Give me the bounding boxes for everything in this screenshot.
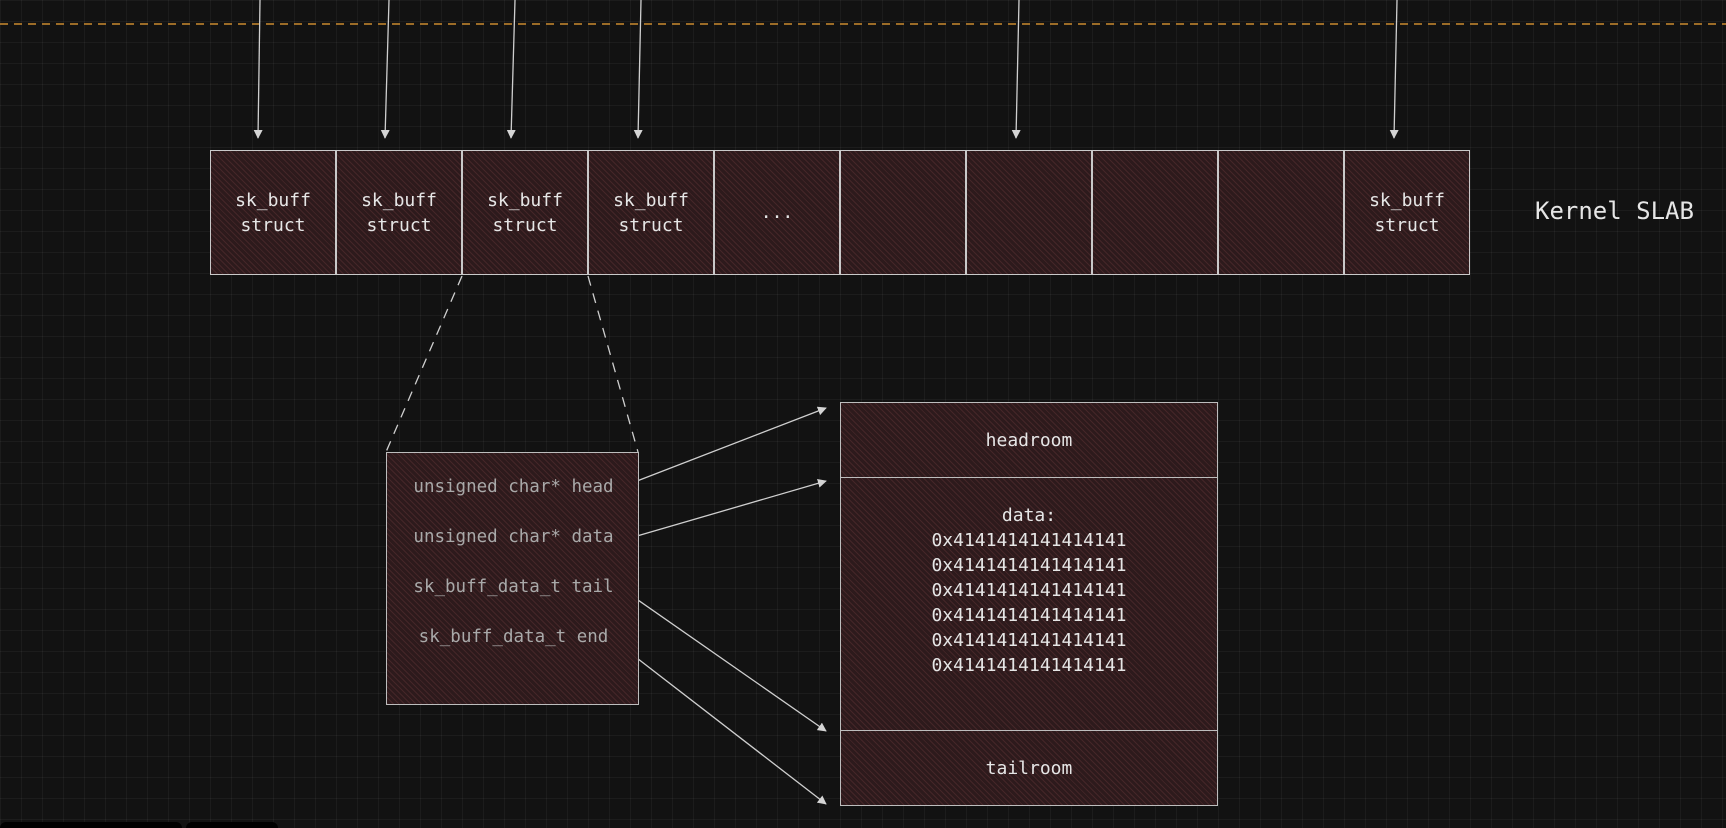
- zoom-guide-right: [587, 275, 639, 453]
- slab-cell-10: sk_buff struct: [1344, 150, 1470, 275]
- kernel-slab-label: Kernel SLAB: [1535, 197, 1694, 225]
- slab-cell-6: [840, 150, 966, 275]
- data-line: 0x4141414141414141: [931, 530, 1127, 551]
- data-content: data: 0x4141414141414141 0x4141414141414…: [931, 503, 1126, 678]
- slab-cell-7: [966, 150, 1092, 275]
- data-label: data:: [1001, 505, 1057, 526]
- pointer-arrow-4: [633, 0, 643, 139]
- sk-buff-struct-detail: unsigned char* head unsigned char* data …: [386, 452, 639, 705]
- data-line: 0x4141414141414141: [931, 630, 1127, 651]
- headroom-region: headroom: [840, 402, 1218, 478]
- field-data: unsigned char* data: [413, 527, 614, 547]
- headroom-label: headroom: [985, 429, 1073, 451]
- head-to-headroom-arrow: [636, 406, 827, 482]
- slab-cell-8: [1092, 150, 1218, 275]
- data-region: data: 0x4141414141414141 0x4141414141414…: [840, 477, 1218, 731]
- data-line: 0x4141414141414141: [931, 555, 1127, 576]
- pointer-arrow-6: [1389, 0, 1399, 139]
- data-line: 0x4141414141414141: [931, 655, 1127, 676]
- slab-cell-5: ...: [714, 150, 840, 275]
- pointer-arrow-2: [380, 0, 390, 139]
- zoom-guide-left: [385, 275, 463, 453]
- tailroom-label: tailroom: [985, 757, 1073, 779]
- tail-to-tailroom-arrow: [624, 590, 827, 732]
- slab-cell-2: sk_buff struct: [336, 150, 462, 275]
- data-line: 0x4141414141414141: [931, 605, 1127, 626]
- bottom-toolbar-tab[interactable]: [186, 822, 278, 828]
- data-line: 0x4141414141414141: [931, 580, 1127, 601]
- field-head: unsigned char* head: [413, 477, 614, 497]
- pointer-arrow-1: [253, 0, 263, 139]
- diagram-canvas: sk_buff struct sk_buff struct sk_buff st…: [0, 0, 1726, 828]
- end-to-buffer-end-arrow: [619, 644, 827, 805]
- slab-cell-1: sk_buff struct: [210, 150, 336, 275]
- slab-cell-9: [1218, 150, 1344, 275]
- field-tail: sk_buff_data_t tail: [413, 577, 614, 597]
- tailroom-region: tailroom: [840, 730, 1218, 806]
- slab-cell-4: sk_buff struct: [588, 150, 714, 275]
- slab-cell-3: sk_buff struct: [462, 150, 588, 275]
- bottom-toolbar-tab[interactable]: [0, 822, 182, 828]
- field-end: sk_buff_data_t end: [418, 627, 609, 647]
- pointer-arrow-3: [506, 0, 516, 139]
- pointer-arrow-5: [1011, 0, 1021, 139]
- data-to-data-arrow: [636, 478, 827, 537]
